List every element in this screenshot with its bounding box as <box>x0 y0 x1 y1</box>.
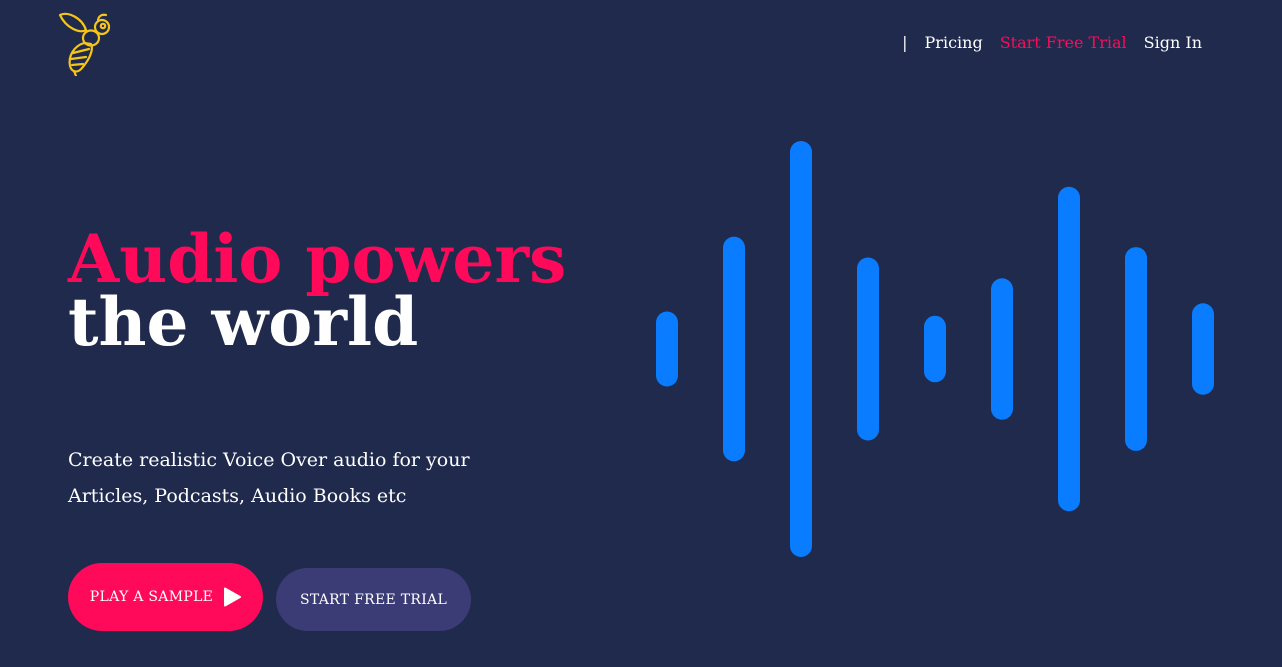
waveform-bar <box>1125 247 1147 451</box>
waveform-bar <box>790 141 812 557</box>
start-trial-button[interactable]: START FREE TRIAL <box>276 568 471 631</box>
nav-separator: | <box>902 33 908 52</box>
start-trial-label: START FREE TRIAL <box>299 591 448 608</box>
hero-subtitle: Create realistic Voice Over audio for yo… <box>68 449 470 507</box>
waveform-bar <box>1058 186 1080 512</box>
waveform-bar <box>924 315 946 383</box>
nav-signin-link[interactable]: Sign In <box>1144 33 1202 53</box>
landing-page: | Pricing Start Free Trial Sign In Audio… <box>0 0 1282 667</box>
bee-icon[interactable] <box>56 10 116 78</box>
audio-waveform <box>656 141 1214 557</box>
top-nav: | Pricing Start Free Trial Sign In <box>902 33 1202 53</box>
waveform-bar <box>1192 303 1214 395</box>
headline-rest: the world <box>68 283 419 361</box>
hero-headline: Audio powers the world <box>68 226 588 355</box>
nav-pricing-link[interactable]: Pricing <box>925 33 983 53</box>
play-sample-label: PLAY A SAMPLE <box>89 589 214 605</box>
waveform-bar <box>656 311 678 387</box>
waveform-bar <box>857 257 879 441</box>
play-sample-button[interactable]: PLAY A SAMPLE <box>68 563 263 631</box>
waveform-bar <box>991 278 1013 420</box>
nav-trial-link[interactable]: Start Free Trial <box>1000 33 1127 53</box>
waveform-bar <box>723 236 745 462</box>
play-icon <box>223 587 242 607</box>
